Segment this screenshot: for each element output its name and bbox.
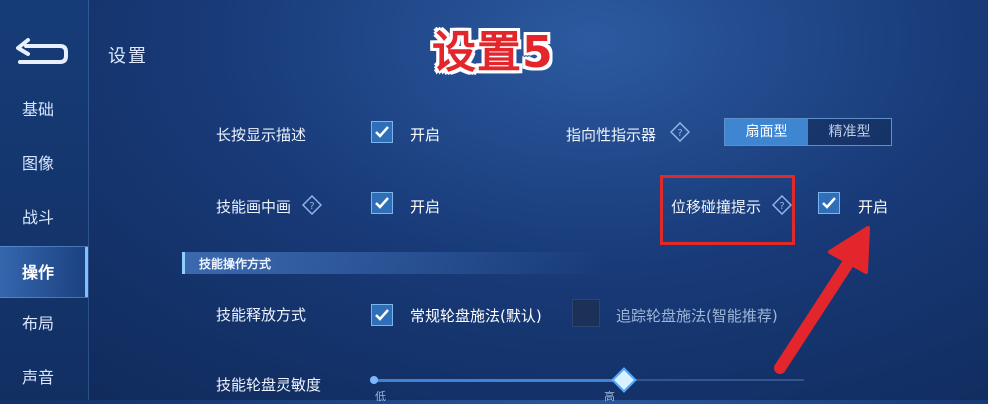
sidebar-item-basic[interactable]: 基础 [0, 88, 88, 132]
section-title: 技能操作方式 [199, 257, 272, 271]
sensitivity-label: 技能轮盘灵敏度 [216, 376, 322, 394]
check-icon [375, 126, 389, 138]
page-title: 设置 [108, 46, 148, 67]
sidebar-item-sound[interactable]: 声音 [0, 356, 88, 400]
sidebar-item-combat[interactable]: 战斗 [0, 196, 88, 240]
long-press-checkbox[interactable] [371, 121, 393, 143]
release-mode-tracking-text: 追踪轮盘施法(智能推荐) [616, 307, 778, 325]
directional-indicator-toggle: 扇面型 精准型 [724, 118, 892, 146]
skill-pip-value: 开启 [410, 198, 441, 216]
slider-high-label: 高 [604, 390, 615, 403]
headline-overlay: 设置5 [432, 27, 554, 78]
sidebar-item-controls[interactable]: 操作 [0, 246, 88, 298]
skill-pip-checkbox[interactable] [371, 192, 393, 214]
release-mode-tracking-checkbox[interactable] [572, 299, 600, 327]
option-fan[interactable]: 扇面型 [725, 119, 808, 145]
release-mode-normal-text: 常规轮盘施法(默认) [410, 307, 542, 325]
sensitivity-slider[interactable] [372, 379, 624, 382]
svg-text:?: ? [677, 128, 682, 139]
sidebar-item-graphics[interactable]: 图像 [0, 142, 88, 186]
sidebar: 基础 图像 战斗 操作 布局 声音 [0, 0, 89, 400]
svg-text:?: ? [309, 201, 314, 212]
help-icon[interactable]: ? [302, 195, 322, 215]
long-press-label: 长按显示描述 [216, 126, 307, 144]
check-icon [822, 197, 836, 209]
slider-low-label: 低 [375, 390, 386, 403]
help-icon[interactable]: ? [670, 122, 690, 142]
displacement-hint-checkbox[interactable] [818, 192, 840, 214]
slider-thumb[interactable] [611, 367, 637, 393]
back-icon[interactable] [12, 36, 68, 68]
section-header: 技能操作方式 [182, 252, 605, 274]
slider-track-rest [624, 379, 804, 381]
long-press-value: 开启 [410, 126, 441, 144]
displacement-hint-value: 开启 [858, 198, 889, 216]
directional-indicator-label: 指向性指示器 [566, 126, 657, 144]
check-icon [375, 309, 389, 321]
check-icon [375, 197, 389, 209]
release-mode-label: 技能释放方式 [216, 306, 307, 324]
sidebar-item-layout[interactable]: 布局 [0, 302, 88, 346]
release-mode-normal-checkbox[interactable] [371, 304, 393, 326]
skill-pip-label: 技能画中画 [216, 198, 292, 216]
slider-start-dot [370, 376, 378, 384]
annotation-highlight-box [660, 175, 795, 245]
option-precise[interactable]: 精准型 [808, 119, 891, 145]
